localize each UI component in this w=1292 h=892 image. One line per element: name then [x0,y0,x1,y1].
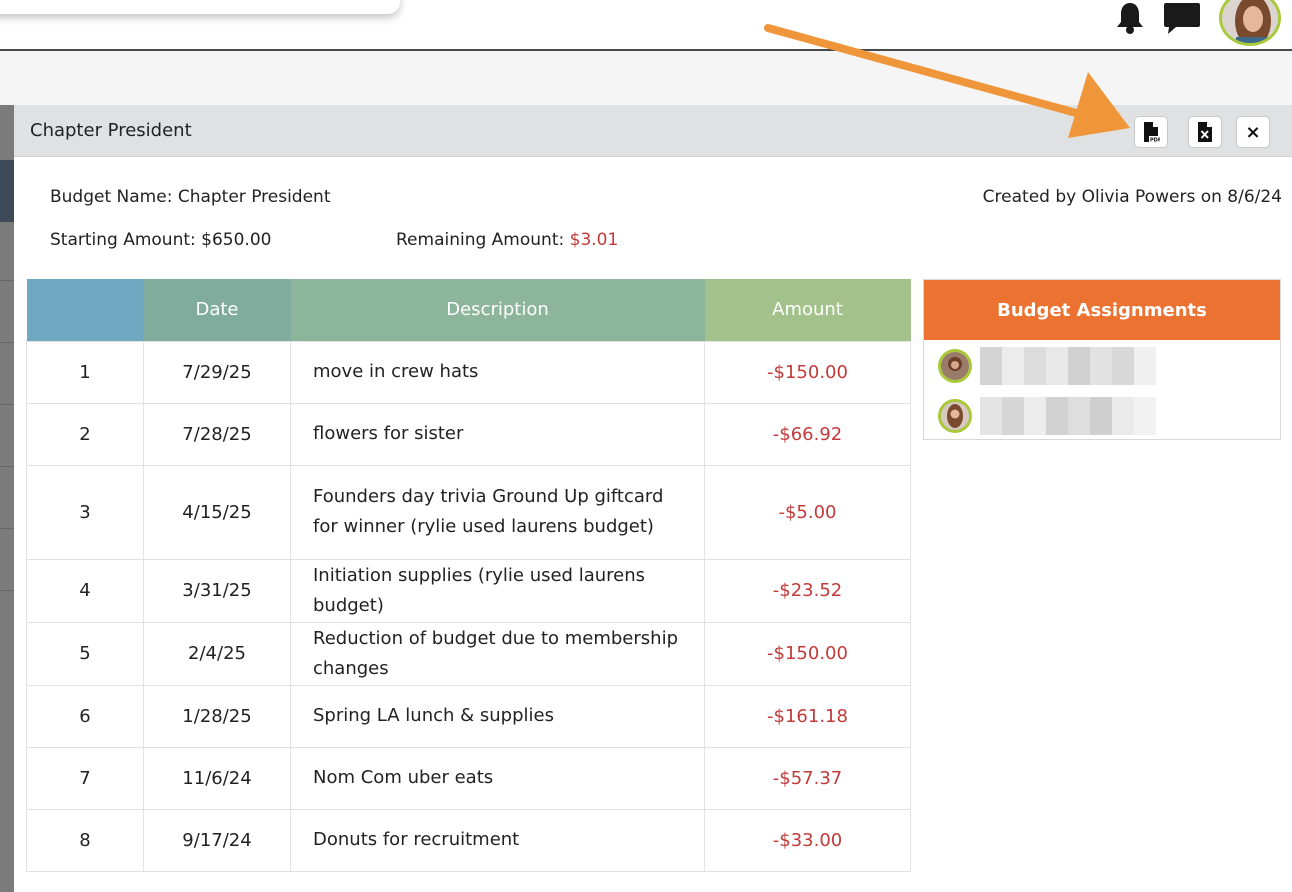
row-description: Founders day trivia Ground Up giftcard f… [290,464,705,560]
assignee-avatar [938,399,972,433]
remaining-amount: Remaining Amount: $3.01 [396,230,619,250]
top-navbar [0,0,1292,51]
col-header-description: Description [290,279,705,341]
row-number: 3 [26,464,144,560]
table-row: 4 3/31/25 Initiation supplies (rylie use… [26,558,911,623]
row-number: 8 [26,808,144,872]
assignee-row[interactable] [938,346,1268,386]
row-description: Donuts for recruitment [290,808,705,872]
svg-text:PDF: PDF [1150,138,1160,143]
row-amount: -$23.52 [704,558,911,623]
user-avatar[interactable] [1219,0,1281,46]
row-number: 1 [26,340,144,404]
remaining-amount-value: $3.01 [569,230,619,250]
row-date: 9/17/24 [143,808,291,872]
modal-header: Chapter President PDF × [14,105,1292,157]
row-date: 11/6/24 [143,746,291,810]
table-row: 3 4/15/25 Founders day trivia Ground Up … [26,464,911,560]
budget-name: Budget Name: Chapter President [50,187,331,207]
excel-file-icon [1198,122,1212,142]
row-amount: -$150.00 [704,340,911,404]
assignee-row[interactable] [938,396,1268,436]
row-date: 3/31/25 [143,558,291,623]
row-number: 4 [26,558,144,623]
created-by: Created by Olivia Powers on 8/6/24 [982,187,1282,207]
row-amount: -$66.92 [704,402,911,466]
assignee-name-blurred [980,347,1156,385]
close-icon: × [1245,121,1261,143]
row-amount: -$57.37 [704,746,911,810]
assignee-name-blurred [980,397,1156,435]
col-header-number [26,279,144,341]
row-description: move in crew hats [290,340,705,404]
col-header-amount: Amount [704,279,911,341]
col-header-date: Date [143,279,291,341]
row-number: 7 [26,746,144,810]
budget-modal: Chapter President PDF × Budget Name: Cha… [14,105,1292,892]
row-date: 2/4/25 [143,621,291,686]
pdf-file-icon: PDF [1144,122,1160,143]
table-row: 7 11/6/24 Nom Com uber eats -$57.37 [26,746,911,810]
table-row: 2 7/28/25 flowers for sister -$66.92 [26,402,911,466]
assignee-avatar [938,349,972,383]
row-date: 7/29/25 [143,340,291,404]
row-number: 5 [26,621,144,686]
modal-title: Chapter President [30,120,192,141]
row-description: flowers for sister [290,402,705,466]
row-amount: -$5.00 [704,464,911,560]
starting-amount: Starting Amount: $650.00 [50,230,272,250]
table-row: 8 9/17/24 Donuts for recruitment -$33.00 [26,808,911,872]
table-row: 5 2/4/25 Reduction of budget due to memb… [26,621,911,686]
row-amount: -$150.00 [704,621,911,686]
table-row: 6 1/28/25 Spring LA lunch & supplies -$1… [26,684,911,748]
row-date: 7/28/25 [143,402,291,466]
export-pdf-button[interactable]: PDF [1134,116,1168,148]
bell-icon[interactable] [1113,0,1147,36]
close-button[interactable]: × [1236,116,1270,148]
sub-toolbar [0,53,1292,105]
row-date: 1/28/25 [143,684,291,748]
budget-assignments-title: Budget Assignments [924,280,1280,340]
row-amount: -$161.18 [704,684,911,748]
chat-icon[interactable] [1160,0,1204,36]
row-date: 4/15/25 [143,464,291,560]
background-page-edge [0,105,14,892]
row-number: 2 [26,402,144,466]
table-header-row: Date Description Amount [26,279,911,341]
transactions-table: Date Description Amount 1 7/29/25 move i… [26,279,911,872]
row-description: Reduction of budget due to membership ch… [290,621,705,686]
row-number: 6 [26,684,144,748]
budget-assignments-panel: Budget Assignments [923,279,1281,440]
row-description: Initiation supplies (rylie used laurens … [290,558,705,623]
row-description: Spring LA lunch & supplies [290,684,705,748]
row-description: Nom Com uber eats [290,746,705,810]
export-excel-button[interactable] [1188,116,1222,148]
search-bar-edge [0,0,400,14]
row-amount: -$33.00 [704,808,911,872]
table-row: 1 7/29/25 move in crew hats -$150.00 [26,340,911,404]
